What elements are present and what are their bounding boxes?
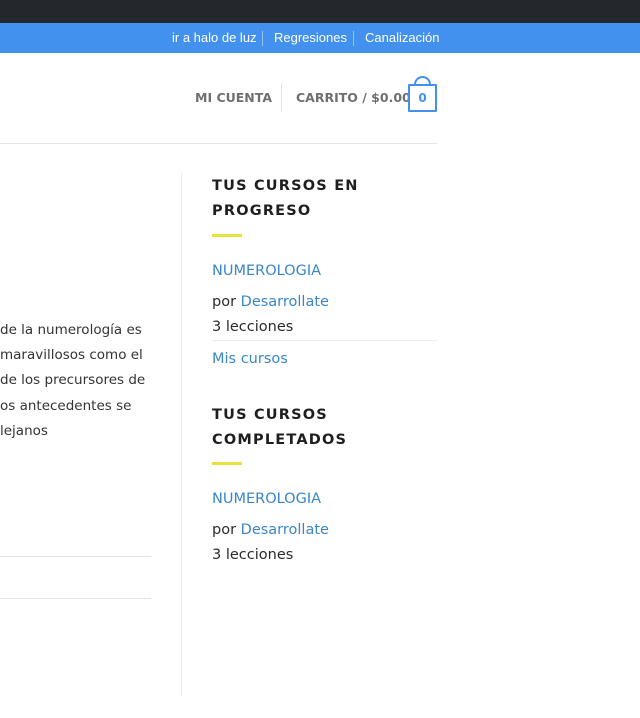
- author-link[interactable]: Desarrollate: [241, 294, 329, 310]
- course-link-numerologia[interactable]: NUMEROLOGIA: [212, 263, 321, 279]
- title-accent-bar: [212, 234, 242, 237]
- nav-link-canalizacion[interactable]: Canalización: [365, 23, 439, 53]
- article-line: lejanos: [0, 423, 48, 439]
- top-bar: [0, 0, 640, 23]
- title-accent-bar: [212, 462, 242, 465]
- lesson-count: 3 lecciones: [212, 547, 294, 563]
- lesson-count: 3 lecciones: [212, 319, 294, 335]
- secondary-nav: ir a halo de luz Regresiones Canalizació…: [0, 23, 640, 53]
- nav-link-halo-de-luz[interactable]: ir a halo de luz: [172, 23, 257, 53]
- widget-title-line: COMPLETADOS: [212, 432, 348, 448]
- header-divider: [281, 83, 282, 112]
- article-line: os antecedentes se: [0, 398, 132, 414]
- widget-divider: [212, 340, 437, 341]
- course-author: por Desarrollate: [212, 522, 329, 538]
- widget-title-line: TUS CURSOS: [212, 407, 328, 423]
- content-divider: [0, 556, 151, 557]
- article-line: de la numerología es: [0, 322, 142, 338]
- author-link[interactable]: Desarrollate: [241, 522, 329, 538]
- header-divider-line: [0, 143, 437, 144]
- my-courses-link[interactable]: Mis cursos: [212, 351, 288, 367]
- my-account-link[interactable]: MI CUENTA: [195, 90, 272, 105]
- author-prefix: por: [212, 522, 237, 538]
- nav-link-regresiones[interactable]: Regresiones: [274, 23, 347, 53]
- widget-title-line: PROGRESO: [212, 203, 312, 219]
- article-line: maravillosos como el: [0, 347, 143, 363]
- course-author: por Desarrollate: [212, 294, 329, 310]
- content-divider: [0, 598, 151, 599]
- cart-link[interactable]: CARRITO / $0.00: [296, 90, 411, 105]
- nav-divider: [262, 31, 263, 46]
- sidebar-divider: [181, 173, 182, 696]
- nav-divider: [353, 31, 354, 46]
- cart-count-icon[interactable]: 0: [408, 84, 437, 112]
- widget-title-line: TUS CURSOS EN: [212, 178, 359, 194]
- article-line: de los precursores de: [0, 372, 146, 388]
- course-link-numerologia[interactable]: NUMEROLOGIA: [212, 491, 321, 507]
- author-prefix: por: [212, 294, 237, 310]
